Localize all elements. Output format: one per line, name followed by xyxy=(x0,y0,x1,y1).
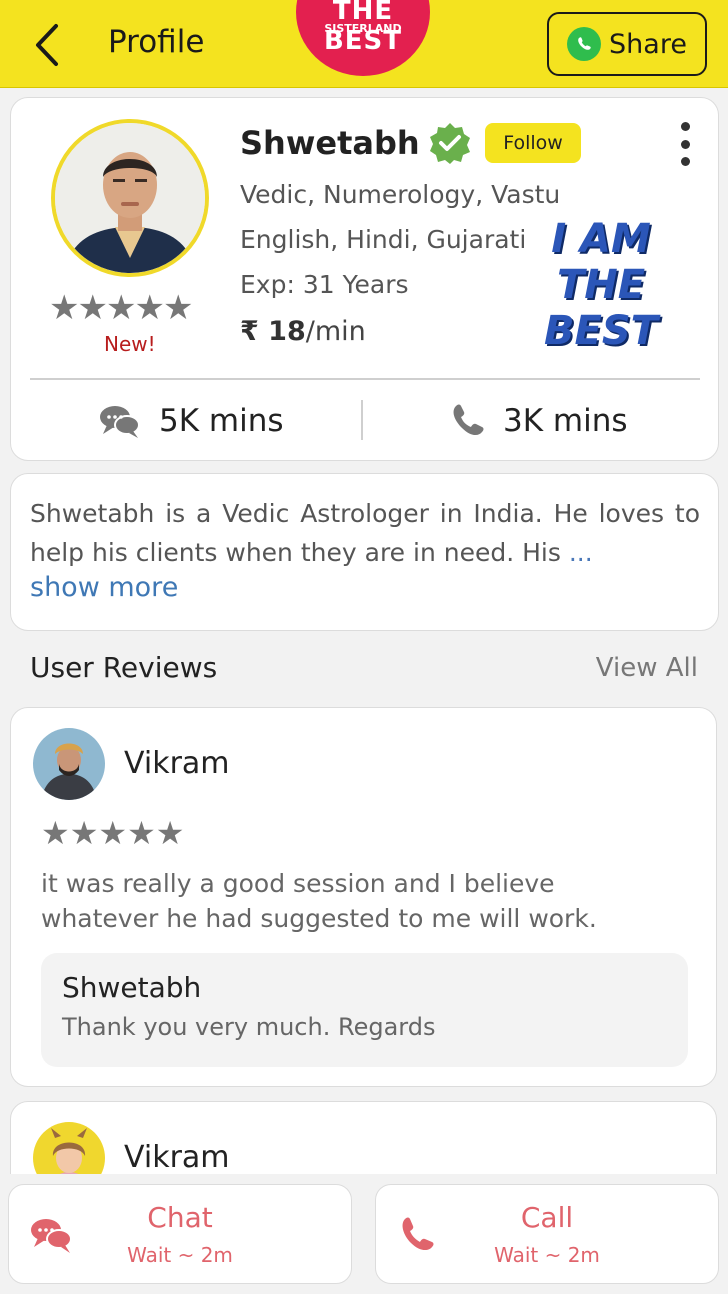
chat-bubbles-icon xyxy=(100,406,140,438)
about-card: Shwetabh is a Vedic Astrologer in India.… xyxy=(10,473,719,631)
chevron-left-icon xyxy=(36,24,58,66)
phone-icon xyxy=(453,404,484,436)
badge-line: THE xyxy=(556,262,646,308)
app-header: Profile THE BEST SISTERLAND Share xyxy=(0,0,728,88)
star-icon: ★ xyxy=(155,814,185,852)
languages-text: English, Hindi, Gujarati xyxy=(240,225,527,254)
chat-minutes-stat: 5K mins xyxy=(99,398,284,444)
reply-text: Thank you very much. Regards xyxy=(62,1013,436,1041)
whatsapp-icon xyxy=(567,27,602,61)
badge-line: I AM xyxy=(551,216,651,262)
call-button[interactable]: Call Wait ~ 2m xyxy=(375,1184,719,1284)
star-icon: ★ xyxy=(41,814,70,852)
bottom-action-bar: Chat Wait ~ 2m Call Wait ~ 2m xyxy=(0,1174,728,1294)
reviews-title: User Reviews xyxy=(30,651,218,684)
review-text: it was really a good session and I belie… xyxy=(41,869,597,933)
about-text: Shwetabh is a Vedic Astrologer in India.… xyxy=(30,494,700,572)
badge-line: BEST xyxy=(544,308,658,354)
more-options-icon[interactable] xyxy=(673,122,697,166)
star-icon: ★ xyxy=(49,288,80,328)
star-icon: ★ xyxy=(77,288,108,328)
call-label: Call xyxy=(520,1201,574,1234)
call-minutes-value: 3K mins xyxy=(503,403,628,439)
the-best-sticker: THE BEST SISTERLAND xyxy=(296,0,430,76)
view-all-link[interactable]: View All xyxy=(596,653,698,683)
review-rating-stars: ★ ★ ★ ★ ★ xyxy=(41,814,184,852)
star-icon: ★ xyxy=(162,288,194,328)
reviewer-name: Vikram xyxy=(124,1140,230,1175)
astrologer-name: Shwetabh xyxy=(240,124,420,162)
skills-text: Vedic, Numerology, Vastu xyxy=(240,180,561,209)
star-icon: ★ xyxy=(127,814,156,852)
chat-wait-time: Wait ~ 2m xyxy=(127,1243,233,1267)
reviewer-avatar xyxy=(33,728,105,800)
share-label: Share xyxy=(609,28,687,60)
star-icon: ★ xyxy=(105,288,137,328)
i-am-the-best-badge: I AM THE BEST xyxy=(531,216,671,354)
chat-label: Chat xyxy=(147,1201,213,1234)
star-icon: ★ xyxy=(69,814,99,852)
star-icon: ★ xyxy=(134,288,165,328)
divider xyxy=(30,378,700,380)
profile-rating-stars: ★ ★ ★ ★ ★ xyxy=(49,288,194,328)
experience-text: Exp: 31 Years xyxy=(240,270,409,299)
chat-button[interactable]: Chat Wait ~ 2m xyxy=(8,1184,352,1284)
astrologer-profile-card: ★ ★ ★ ★ ★ New! Shwetabh Follow Vedic, Nu… xyxy=(10,97,719,461)
star-icon: ★ xyxy=(98,814,128,852)
about-description: Shwetabh is a Vedic Astrologer in India.… xyxy=(30,499,700,567)
call-minutes-stat: 3K mins xyxy=(449,398,628,444)
verified-badge-icon xyxy=(429,122,471,164)
astrologer-reply: Shwetabh Thank you very much. Regards xyxy=(41,953,688,1067)
show-more-link[interactable]: show more xyxy=(30,572,178,603)
price-per-minute: ₹ 18/min xyxy=(240,316,366,347)
reply-author: Shwetabh xyxy=(62,971,202,1004)
price-value: ₹ 18 xyxy=(240,316,306,347)
sticker-subtext: SISTERLAND xyxy=(324,22,402,35)
divider xyxy=(361,400,363,440)
price-unit: /min xyxy=(305,316,366,347)
back-button[interactable] xyxy=(28,22,68,68)
new-badge: New! xyxy=(104,332,156,356)
chat-minutes-value: 5K mins xyxy=(159,403,284,439)
page-title: Profile xyxy=(108,24,205,60)
profile-avatar[interactable] xyxy=(51,119,209,277)
share-button[interactable]: Share xyxy=(547,12,707,76)
follow-button[interactable]: Follow xyxy=(485,123,581,163)
reviewer-name: Vikram xyxy=(124,746,230,781)
call-wait-time: Wait ~ 2m xyxy=(494,1243,600,1267)
review-card: Vikram ★ ★ ★ ★ ★ it was really a good se… xyxy=(10,707,717,1087)
ellipsis: ... xyxy=(568,538,593,567)
